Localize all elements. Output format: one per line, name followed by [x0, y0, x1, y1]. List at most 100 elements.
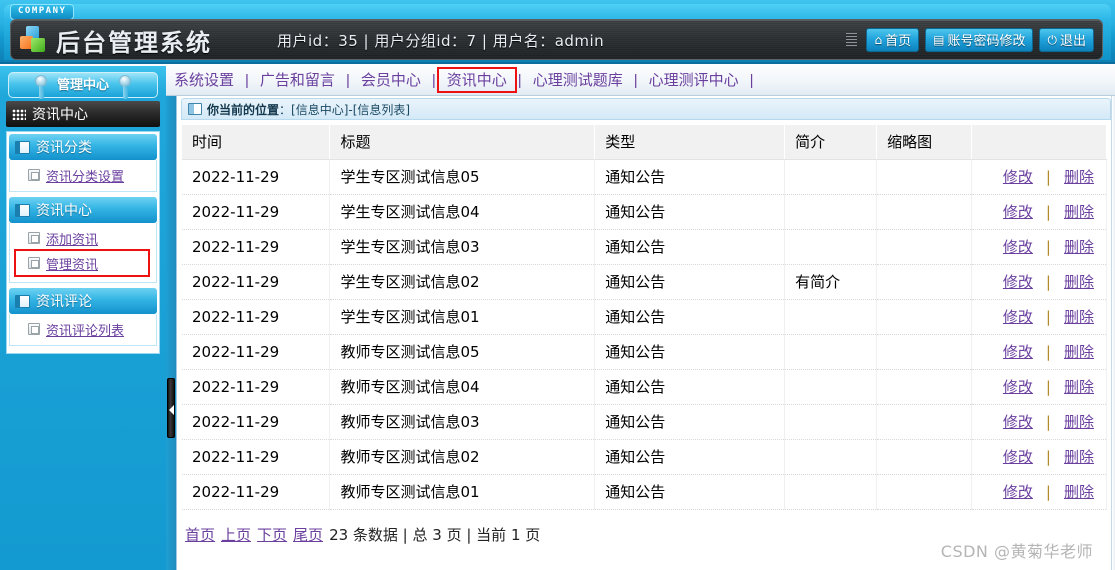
cell-desc	[784, 369, 878, 405]
action-separator: |	[1045, 343, 1051, 361]
sidebar-panel-title-text: 管理中心	[56, 78, 109, 93]
cell-desc: 有简介	[784, 264, 878, 300]
cell-title: 教师专区测试信息02	[329, 439, 596, 475]
sidebar-item-manage-news[interactable]: 管理资讯	[14, 249, 150, 277]
edit-link[interactable]: 修改	[1003, 203, 1033, 221]
cell-desc	[784, 159, 878, 195]
tab-psych-question-bank[interactable]: 心理测试题库	[523, 67, 633, 93]
sidebar-group-news-comments-items: 资讯评论列表	[9, 314, 157, 346]
cell-time: 2022-11-29	[182, 474, 331, 510]
change-password-label: 账号密码修改	[947, 34, 1026, 49]
col-desc: 简介	[784, 125, 878, 160]
page-icon	[28, 323, 40, 335]
cell-type: 通知公告	[594, 299, 786, 335]
cell-desc	[784, 334, 878, 370]
home-button[interactable]: ⌂ 首页	[866, 27, 920, 52]
pager-last-link[interactable]: 尾页	[293, 526, 323, 544]
cell-thumb	[876, 334, 972, 370]
sidebar-item-label: 添加资讯	[46, 232, 99, 248]
cell-time: 2022-11-29	[182, 264, 331, 300]
breadcrumb: 你当前的位置 ： [信息中心]-[信息列表]	[181, 98, 1111, 120]
pager-next-link[interactable]: 下页	[257, 526, 287, 544]
delete-link[interactable]: 删除	[1064, 343, 1094, 361]
breadcrumb-label: 你当前的位置	[207, 102, 280, 117]
delete-link[interactable]: 删除	[1064, 203, 1094, 221]
cell-desc	[784, 474, 878, 510]
edit-link[interactable]: 修改	[1003, 343, 1033, 361]
cell-thumb	[876, 159, 972, 195]
cell-desc	[784, 299, 878, 335]
edit-link[interactable]: 修改	[1003, 168, 1033, 186]
table-row: 2022-11-29 教师专区测试信息01 通知公告 修改 | 删除	[182, 474, 1108, 510]
sidebar-group-news-comments[interactable]: 资讯评论	[9, 288, 157, 314]
table-row: 2022-11-29 学生专区测试信息03 通知公告 修改 | 删除	[182, 229, 1108, 265]
tab-system-settings[interactable]: 系统设置	[164, 67, 244, 93]
sidebar-splitter[interactable]	[166, 96, 176, 570]
cell-thumb	[876, 369, 972, 405]
sidebar-group-news-category[interactable]: 资讯分类	[9, 134, 157, 160]
cell-type: 通知公告	[594, 474, 786, 510]
cubes-logo-icon	[19, 25, 49, 55]
edit-link[interactable]: 修改	[1003, 273, 1033, 291]
delete-link[interactable]: 删除	[1064, 483, 1094, 501]
col-title: 标题	[329, 125, 596, 160]
cell-type: 通知公告	[594, 404, 786, 440]
sidebar-group-news-category-items: 资讯分类设置	[9, 160, 157, 192]
delete-link[interactable]: 删除	[1064, 448, 1094, 466]
news-table: 时间 标题 类型 简介 缩略图 2022-11-29 学生专区测试信息05 通知公告…	[182, 125, 1108, 510]
cell-thumb	[876, 404, 972, 440]
sidebar-item-news-category-settings[interactable]: 资讯分类设置	[10, 164, 156, 186]
tab-separator: |	[749, 71, 754, 89]
grid-dots-icon	[12, 108, 26, 120]
tab-member-center[interactable]: 会员中心	[351, 67, 431, 93]
cell-thumb	[876, 264, 972, 300]
folder-icon	[15, 294, 30, 308]
sidebar-current-module-label: 资讯中心	[32, 107, 88, 123]
knob-right-icon	[119, 75, 131, 99]
pager-first-link[interactable]: 首页	[185, 526, 215, 544]
cell-actions: 修改 | 删除	[971, 159, 1108, 195]
logout-button[interactable]: ⏻ 退出	[1039, 27, 1094, 52]
cell-thumb	[876, 439, 972, 475]
cell-time: 2022-11-29	[182, 299, 331, 335]
pager-prev-link[interactable]: 上页	[221, 526, 251, 544]
cell-time: 2022-11-29	[182, 229, 331, 265]
delete-link[interactable]: 删除	[1064, 308, 1094, 326]
cell-type: 通知公告	[594, 369, 786, 405]
tab-ads-and-messages[interactable]: 广告和留言	[250, 67, 345, 93]
delete-link[interactable]: 删除	[1064, 168, 1094, 186]
action-separator: |	[1045, 413, 1051, 431]
sidebar-group-news-center[interactable]: 资讯中心	[9, 197, 157, 223]
cell-thumb	[876, 474, 972, 510]
delete-link[interactable]: 删除	[1064, 378, 1094, 396]
admin-page: COMPANY 后台管理系统 用户id：35 | 用户分组id：7 | 用户名：…	[0, 0, 1115, 570]
delete-link[interactable]: 删除	[1064, 273, 1094, 291]
delete-link[interactable]: 删除	[1064, 413, 1094, 431]
delete-link[interactable]: 删除	[1064, 238, 1094, 256]
edit-link[interactable]: 修改	[1003, 448, 1033, 466]
top-header: COMPANY 后台管理系统 用户id：35 | 用户分组id：7 | 用户名：…	[0, 0, 1115, 64]
cell-title: 教师专区测试信息04	[329, 369, 596, 405]
sidebar-item-label: 资讯分类设置	[46, 169, 125, 185]
app-title: 后台管理系统	[56, 28, 212, 57]
edit-link[interactable]: 修改	[1003, 378, 1033, 396]
table-header-row: 时间 标题 类型 简介 缩略图	[182, 125, 1108, 160]
change-password-button[interactable]: ▤ 账号密码修改	[925, 27, 1034, 52]
cell-actions: 修改 | 删除	[971, 474, 1108, 510]
cell-time: 2022-11-29	[182, 334, 331, 370]
action-separator: |	[1045, 168, 1051, 186]
edit-link[interactable]: 修改	[1003, 413, 1033, 431]
sidebar-panel-title: 管理中心	[8, 72, 158, 99]
tab-psych-assessment-center[interactable]: 心理测评中心	[639, 67, 749, 93]
edit-link[interactable]: 修改	[1003, 308, 1033, 326]
cell-title: 学生专区测试信息02	[329, 264, 596, 300]
sidebar-item-add-news[interactable]: 添加资讯	[10, 227, 156, 249]
edit-link[interactable]: 修改	[1003, 238, 1033, 256]
cell-type: 通知公告	[594, 194, 786, 230]
tab-news-center[interactable]: 资讯中心	[436, 67, 517, 93]
collapse-sidebar-handle[interactable]	[167, 378, 175, 438]
news-table-head: 时间 标题 类型 简介 缩略图	[182, 125, 1108, 160]
cell-title: 学生专区测试信息03	[329, 229, 596, 265]
edit-link[interactable]: 修改	[1003, 483, 1033, 501]
sidebar-item-news-comment-list[interactable]: 资讯评论列表	[10, 318, 156, 340]
